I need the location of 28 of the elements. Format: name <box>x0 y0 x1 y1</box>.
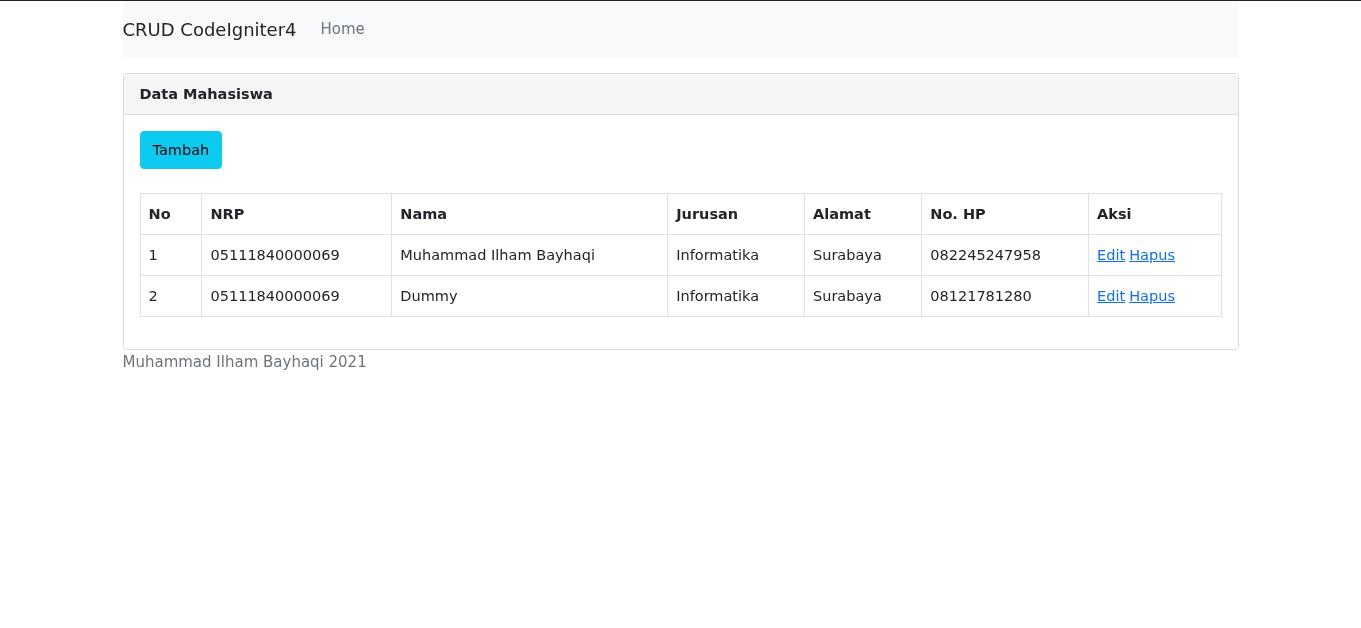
add-button[interactable]: Tambah <box>139 131 223 169</box>
column-header: Nama <box>391 193 668 235</box>
table-cell: Dummy <box>391 275 668 317</box>
column-header: Jurusan <box>667 193 805 235</box>
action-link[interactable]: Hapus <box>1129 247 1175 263</box>
column-header: NRP <box>202 193 392 235</box>
footer-text: Muhammad Ilham Bayhaqi 2021 <box>122 353 367 371</box>
column-header: Alamat <box>804 193 922 235</box>
table-cell: Surabaya <box>804 275 922 317</box>
table-cell: Surabaya <box>804 234 922 276</box>
table-cell: 05111840000069 <box>202 234 392 276</box>
table-cell: 1 <box>140 234 202 276</box>
table-cell: Informatika <box>667 275 805 317</box>
action-link[interactable]: Edit <box>1097 247 1126 263</box>
column-header: No. HP <box>921 193 1089 235</box>
nav-link[interactable]: Home <box>320 20 365 38</box>
table-cell: Informatika <box>667 234 805 276</box>
column-header: No <box>140 193 202 235</box>
card-title: Data Mahasiswa <box>139 86 273 102</box>
action-link[interactable]: Hapus <box>1129 288 1175 304</box>
action-link[interactable]: Edit <box>1097 288 1126 304</box>
table-cell: 2 <box>140 275 202 317</box>
table-cell: 05111840000069 <box>202 275 392 317</box>
table-cell: 082245247958 <box>921 234 1089 276</box>
column-header: Aksi <box>1088 193 1221 235</box>
table-cell: 08121781280 <box>921 275 1089 317</box>
brand-link[interactable]: CRUD CodeIgniter4 <box>122 18 297 40</box>
table-cell: Muhammad Ilham Bayhaqi <box>391 234 668 276</box>
